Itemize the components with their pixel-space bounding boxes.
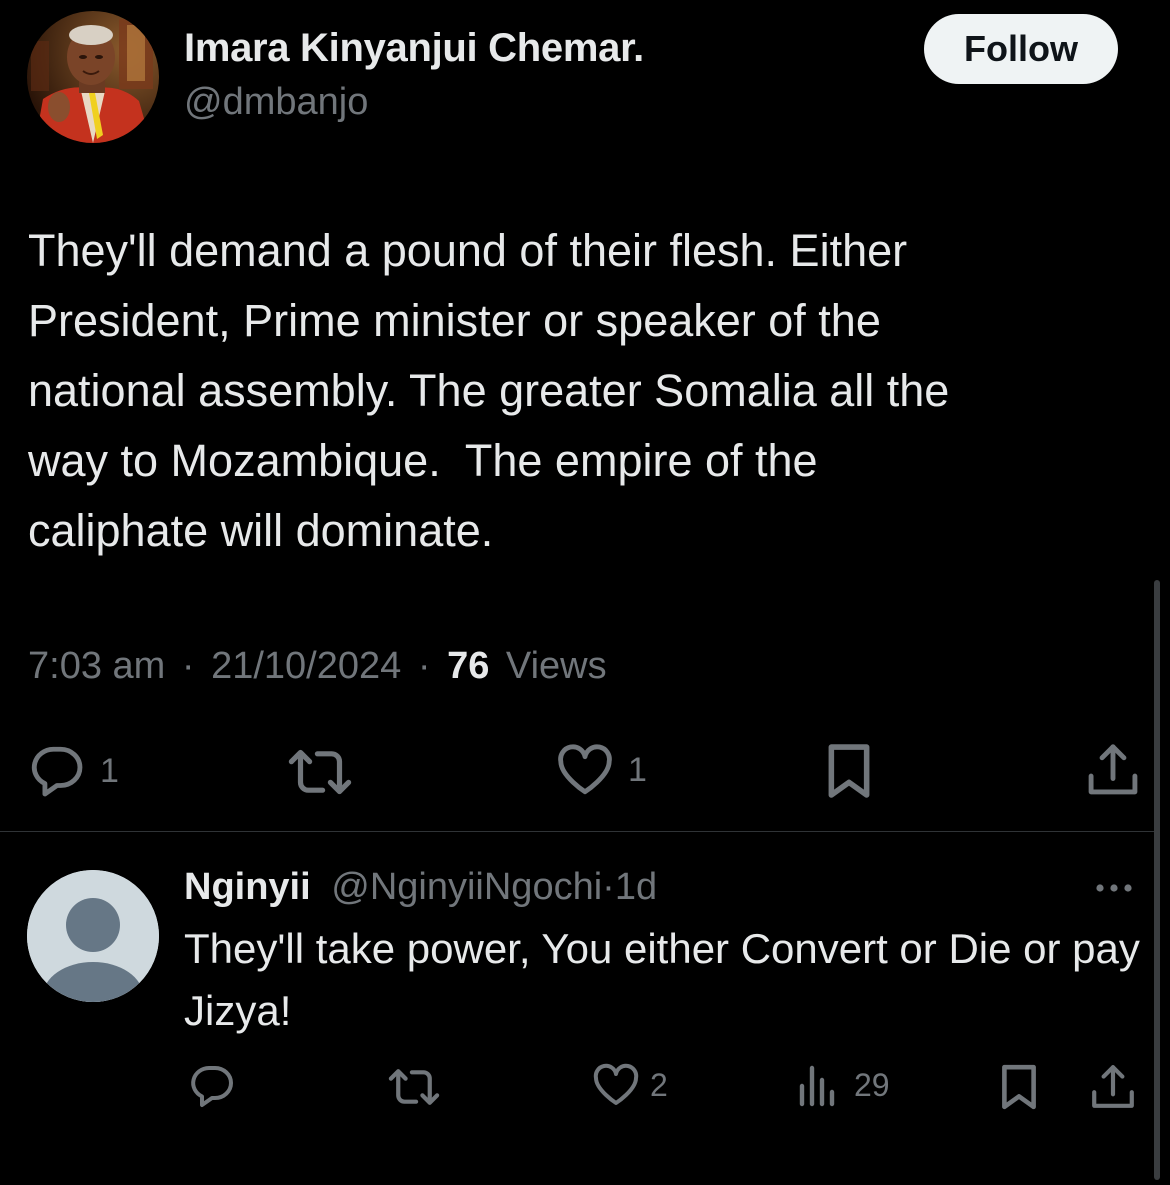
reply-button[interactable]: 1 (28, 744, 119, 798)
reply-icon (191, 1066, 233, 1107)
reply-count: 1 (100, 751, 119, 790)
bookmark-icon (828, 744, 870, 798)
share-icon (1088, 744, 1138, 795)
views-bars-icon (799, 1065, 835, 1107)
share-icon (1092, 1065, 1134, 1108)
more-options-button[interactable] (1090, 876, 1140, 900)
heart-icon (558, 744, 612, 795)
default-avatar-icon (27, 870, 159, 1002)
reply-age[interactable]: 1d (615, 866, 657, 908)
bookmark-icon (1002, 1064, 1036, 1110)
tweet-date[interactable]: 21/10/2024 (211, 645, 401, 687)
author-avatar[interactable] (27, 11, 159, 143)
follow-button[interactable]: Follow (924, 14, 1118, 84)
meta-separator: · (181, 645, 195, 687)
more-icon (1096, 884, 1132, 892)
retweet-button[interactable] (286, 746, 354, 798)
author-handle[interactable]: @dmbanjo (184, 81, 368, 124)
retweet-icon (388, 1069, 440, 1105)
reply-author-name[interactable]: Nginyii (184, 866, 311, 908)
reply-bookmark-button[interactable] (1000, 1063, 1038, 1111)
views-count: 76 (447, 645, 490, 687)
reply-author-handle[interactable]: @NginyiiNgochi (331, 866, 602, 908)
like-button[interactable]: 1 (556, 743, 647, 797)
views-label: Views (505, 645, 607, 687)
scrollbar[interactable] (1154, 580, 1160, 1180)
avatar-photo (27, 11, 159, 143)
author-name[interactable]: Imara Kinyanjui Chemar. (184, 26, 644, 71)
tweet-time[interactable]: 7:03 am (28, 645, 165, 687)
heart-icon (593, 1063, 639, 1105)
reply-share-button[interactable] (1090, 1063, 1136, 1111)
reply-icon (31, 746, 83, 797)
tweet-text: They'll demand a pound of their flesh. E… (28, 225, 950, 556)
reply-views-button[interactable]: 29 (796, 1062, 890, 1108)
reply-separator: · (602, 866, 615, 908)
meta-separator: · (417, 645, 431, 687)
like-count: 1 (628, 750, 647, 789)
reply-retweet-button[interactable] (386, 1066, 442, 1108)
tweet-meta: 7:03 am · 21/10/2024 · 76 Views (28, 645, 607, 688)
share-button[interactable] (1086, 742, 1140, 798)
reply-header: Nginyii @NginyiiNgochi·1d (184, 866, 657, 909)
reply-views-count: 29 (854, 1066, 890, 1103)
bookmark-button[interactable] (826, 742, 872, 800)
reply-like-count: 2 (650, 1066, 668, 1103)
reply-reply-button[interactable] (188, 1064, 236, 1108)
retweet-icon (288, 749, 352, 795)
reply-avatar[interactable] (27, 870, 159, 1002)
reply-text: They'll take power, You either Convert o… (184, 925, 1140, 1034)
reply-like-button[interactable]: 2 (592, 1063, 668, 1107)
tweet-divider (0, 831, 1160, 832)
